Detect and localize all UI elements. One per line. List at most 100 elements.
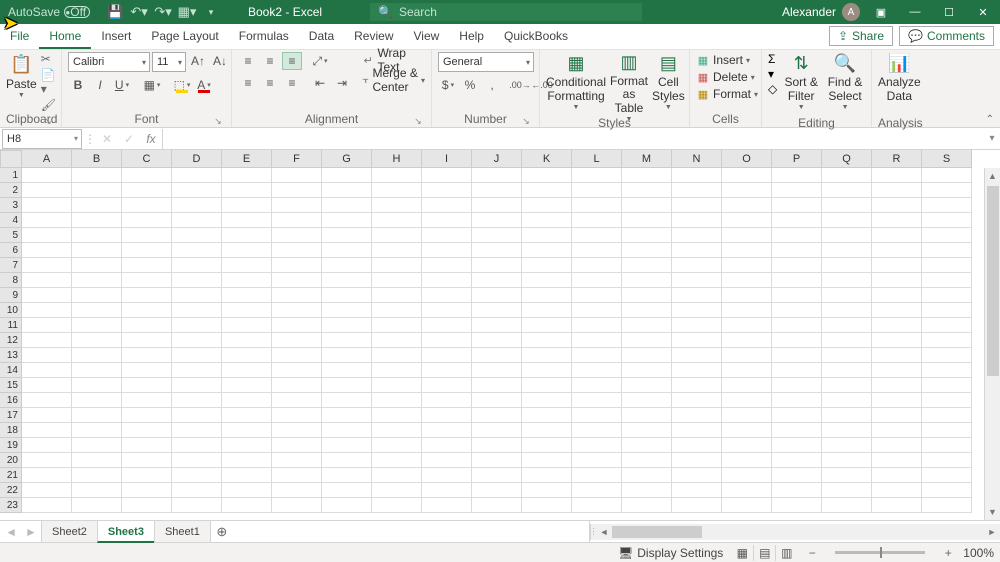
cell[interactable] — [172, 258, 222, 273]
insert-cells-button[interactable]: ▦Insert▾ — [696, 52, 750, 68]
row-header[interactable]: 15 — [0, 378, 22, 393]
autosave-toggle[interactable]: Off — [64, 6, 90, 18]
increase-decimal-icon[interactable]: .00→ — [510, 76, 530, 94]
column-header[interactable]: F — [272, 150, 322, 168]
cell[interactable] — [772, 183, 822, 198]
cell[interactable] — [772, 228, 822, 243]
cell[interactable] — [322, 318, 372, 333]
cell[interactable] — [122, 393, 172, 408]
cell[interactable] — [722, 483, 772, 498]
cell[interactable] — [522, 468, 572, 483]
cell[interactable] — [222, 378, 272, 393]
column-header[interactable]: J — [472, 150, 522, 168]
cell[interactable] — [122, 198, 172, 213]
cell[interactable] — [722, 228, 772, 243]
cell[interactable] — [722, 378, 772, 393]
cell[interactable] — [822, 483, 872, 498]
cell[interactable] — [322, 213, 372, 228]
cell[interactable] — [872, 348, 922, 363]
cell[interactable] — [422, 363, 472, 378]
cell[interactable] — [472, 438, 522, 453]
cell[interactable] — [422, 378, 472, 393]
cell[interactable] — [722, 408, 772, 423]
cell[interactable] — [172, 288, 222, 303]
cell[interactable] — [722, 498, 772, 513]
cell[interactable] — [22, 348, 72, 363]
cell[interactable] — [772, 408, 822, 423]
column-header[interactable]: B — [72, 150, 122, 168]
cell[interactable] — [772, 483, 822, 498]
cell[interactable] — [922, 438, 972, 453]
cell[interactable] — [372, 213, 422, 228]
cell[interactable] — [272, 273, 322, 288]
cell[interactable] — [22, 168, 72, 183]
cell[interactable] — [372, 288, 422, 303]
cell[interactable] — [272, 318, 322, 333]
cell[interactable] — [22, 393, 72, 408]
tab-data[interactable]: Data — [299, 23, 344, 49]
cell[interactable] — [72, 228, 122, 243]
cell[interactable] — [822, 393, 872, 408]
accounting-format-icon[interactable]: $ — [438, 76, 458, 94]
cell[interactable] — [322, 468, 372, 483]
cell[interactable] — [22, 288, 72, 303]
cell[interactable] — [922, 483, 972, 498]
cell[interactable] — [472, 453, 522, 468]
cell[interactable] — [172, 213, 222, 228]
cell[interactable] — [472, 393, 522, 408]
cell[interactable] — [872, 243, 922, 258]
cell[interactable] — [722, 243, 772, 258]
row-header[interactable]: 4 — [0, 213, 22, 228]
cell[interactable] — [172, 228, 222, 243]
cell[interactable] — [472, 318, 522, 333]
cell[interactable] — [722, 168, 772, 183]
cell[interactable] — [572, 318, 622, 333]
cell[interactable] — [672, 198, 722, 213]
hscroll-thumb[interactable] — [612, 526, 702, 538]
cell[interactable] — [122, 228, 172, 243]
cell[interactable] — [672, 363, 722, 378]
cell[interactable] — [922, 348, 972, 363]
cell[interactable] — [672, 438, 722, 453]
cell[interactable] — [622, 498, 672, 513]
row-header[interactable]: 18 — [0, 423, 22, 438]
cell[interactable] — [822, 228, 872, 243]
cell[interactable] — [922, 408, 972, 423]
vertical-scrollbar[interactable]: ▲ ▼ — [984, 168, 1000, 520]
cell[interactable] — [622, 288, 672, 303]
align-bottom-icon[interactable]: ≡ — [282, 52, 302, 70]
cell[interactable] — [122, 483, 172, 498]
cell[interactable] — [22, 468, 72, 483]
column-header[interactable]: G — [322, 150, 372, 168]
cell-styles-button[interactable]: ▤Cell Styles▼ — [652, 52, 685, 116]
cell[interactable] — [822, 168, 872, 183]
cell[interactable] — [72, 498, 122, 513]
cell[interactable] — [222, 228, 272, 243]
cell[interactable] — [172, 363, 222, 378]
cell[interactable] — [372, 273, 422, 288]
cell[interactable] — [222, 273, 272, 288]
cell[interactable] — [72, 333, 122, 348]
cell[interactable] — [572, 468, 622, 483]
share-button[interactable]: ⇪Share — [829, 26, 893, 46]
cell[interactable] — [572, 288, 622, 303]
vscroll-thumb[interactable] — [987, 186, 999, 376]
cell[interactable] — [72, 213, 122, 228]
cell[interactable] — [422, 198, 472, 213]
cell[interactable] — [272, 438, 322, 453]
cell[interactable] — [72, 273, 122, 288]
new-sheet-button[interactable]: ⊕ — [211, 524, 233, 540]
cell[interactable] — [372, 258, 422, 273]
cell[interactable] — [22, 438, 72, 453]
cell[interactable] — [672, 288, 722, 303]
cell[interactable] — [172, 303, 222, 318]
cell[interactable] — [522, 333, 572, 348]
cell[interactable] — [272, 393, 322, 408]
cell[interactable] — [522, 318, 572, 333]
cell[interactable] — [72, 453, 122, 468]
cell[interactable] — [672, 483, 722, 498]
sheet-tab[interactable]: Sheet3 — [97, 521, 155, 543]
column-header[interactable]: Q — [822, 150, 872, 168]
cell[interactable] — [222, 423, 272, 438]
align-right-icon[interactable]: ≡ — [282, 74, 302, 92]
